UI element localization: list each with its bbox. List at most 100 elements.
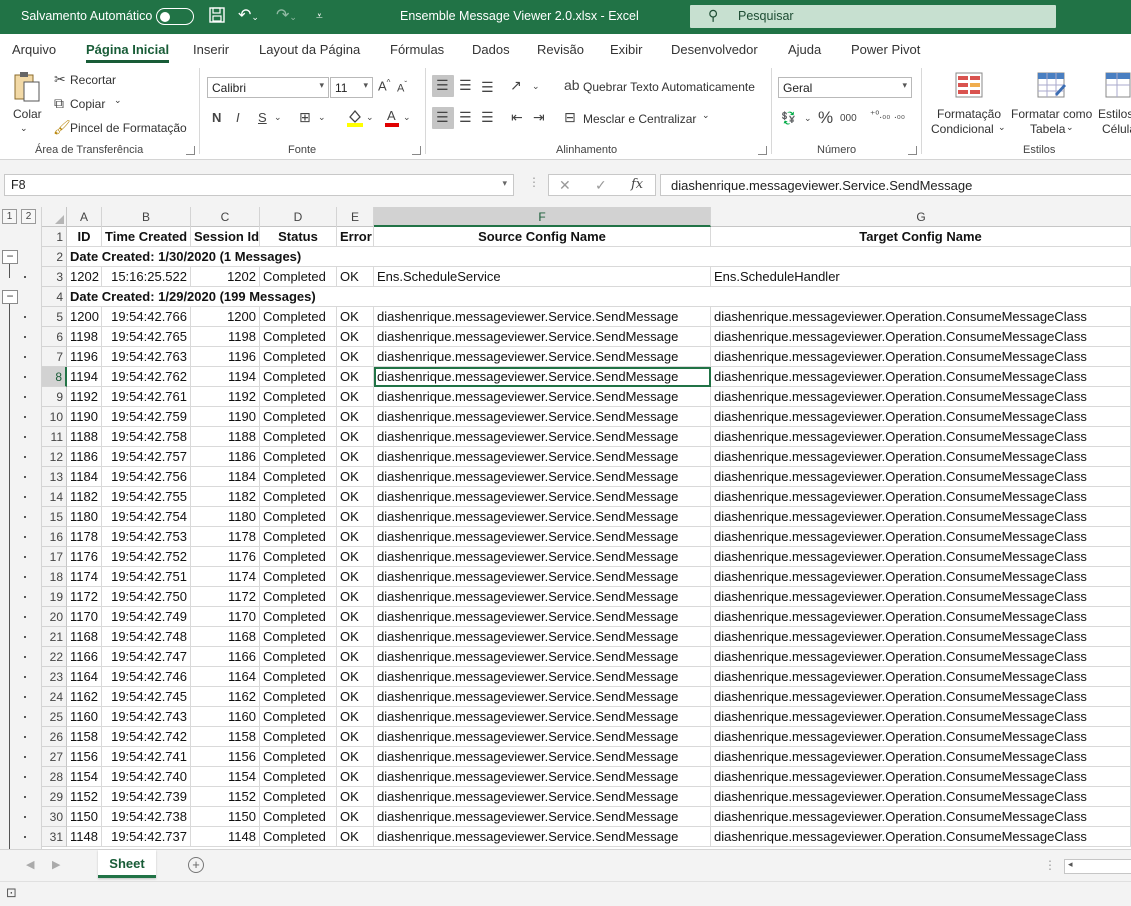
error-cell[interactable]: OK xyxy=(337,487,374,507)
id-cell[interactable]: 1198 xyxy=(67,327,102,347)
id-cell[interactable]: 1200 xyxy=(67,307,102,327)
customize-toolbar-icon[interactable]: ⩡ xyxy=(316,6,323,26)
row-header[interactable]: 2 xyxy=(42,247,67,267)
time-cell[interactable]: 19:54:42.759 xyxy=(102,407,191,427)
target-cell[interactable]: Ens.ScheduleHandler xyxy=(711,267,1131,287)
target-cell[interactable]: diashenrique.messageviewer.Operation.Con… xyxy=(711,387,1131,407)
row-header[interactable]: 3 xyxy=(42,267,67,287)
conditional-format-icon[interactable] xyxy=(955,72,983,101)
add-sheet-icon[interactable]: + xyxy=(188,857,204,873)
save-icon[interactable] xyxy=(208,6,226,26)
decrease-indent-icon[interactable]: ⇤ xyxy=(511,109,523,126)
source-cell[interactable]: diashenrique.messageviewer.Service.SendM… xyxy=(374,447,711,467)
session-cell[interactable]: 1168 xyxy=(191,627,260,647)
error-cell[interactable]: OK xyxy=(337,347,374,367)
column-header-a[interactable]: A xyxy=(67,207,102,227)
status-cell[interactable]: Completed xyxy=(260,447,337,467)
error-cell[interactable]: OK xyxy=(337,667,374,687)
conditional-format-label-1[interactable]: Formatação xyxy=(937,107,1001,121)
row-header[interactable]: 27 xyxy=(42,747,67,767)
status-cell[interactable]: Completed xyxy=(260,607,337,627)
source-cell[interactable]: diashenrique.messageviewer.Service.SendM… xyxy=(374,827,711,847)
id-cell[interactable]: 1180 xyxy=(67,507,102,527)
font-color-dropdown-icon[interactable]: ⌄ xyxy=(403,112,411,123)
tab-exibir[interactable]: Exibir xyxy=(610,42,643,57)
align-right-icon[interactable]: ☰ xyxy=(481,109,494,126)
id-cell[interactable]: 1184 xyxy=(67,467,102,487)
number-format-select[interactable]: Geral ▾ xyxy=(778,77,912,98)
align-center-icon[interactable]: ☰ xyxy=(459,109,472,126)
group-collapse-button[interactable]: − xyxy=(2,290,18,304)
row-header[interactable]: 20 xyxy=(42,607,67,627)
session-cell[interactable]: 1192 xyxy=(191,387,260,407)
tab-formulas[interactable]: Fórmulas xyxy=(390,42,444,57)
target-cell[interactable]: diashenrique.messageviewer.Operation.Con… xyxy=(711,827,1131,847)
copy-dropdown-icon[interactable]: ⌄ xyxy=(114,95,122,106)
format-table-icon[interactable] xyxy=(1037,72,1067,103)
redo-icon[interactable]: ↷⌄ xyxy=(276,6,297,26)
id-cell[interactable]: 1178 xyxy=(67,527,102,547)
row-header[interactable]: 15 xyxy=(42,507,67,527)
id-cell[interactable]: 1182 xyxy=(67,487,102,507)
error-cell[interactable]: OK xyxy=(337,427,374,447)
italic-button[interactable]: I xyxy=(236,110,240,125)
group-label-cell[interactable]: Date Created: 1/29/2020 (199 Messages) xyxy=(67,287,1131,307)
header-cell[interactable]: Target Config Name xyxy=(711,227,1131,247)
source-cell[interactable]: diashenrique.messageviewer.Service.SendM… xyxy=(374,807,711,827)
id-cell[interactable]: 1194 xyxy=(67,367,102,387)
source-cell[interactable]: diashenrique.messageviewer.Service.SendM… xyxy=(374,507,711,527)
tab-ajuda[interactable]: Ajuda xyxy=(788,42,821,57)
time-cell[interactable]: 19:54:42.739 xyxy=(102,787,191,807)
source-cell[interactable]: diashenrique.messageviewer.Service.SendM… xyxy=(374,767,711,787)
target-cell[interactable]: diashenrique.messageviewer.Operation.Con… xyxy=(711,667,1131,687)
decrease-font-icon[interactable]: Aˇ xyxy=(397,80,407,95)
horizontal-scrollbar[interactable]: ◂ xyxy=(1064,859,1131,874)
session-cell[interactable]: 1194 xyxy=(191,367,260,387)
error-cell[interactable]: OK xyxy=(337,647,374,667)
time-cell[interactable]: 19:54:42.757 xyxy=(102,447,191,467)
name-box[interactable]: F8 ▾ xyxy=(4,174,514,196)
id-cell[interactable]: 1196 xyxy=(67,347,102,367)
undo-dropdown-icon[interactable]: ⌄ xyxy=(251,12,259,22)
error-cell[interactable]: OK xyxy=(337,787,374,807)
error-cell[interactable]: OK xyxy=(337,447,374,467)
status-cell[interactable]: Completed xyxy=(260,527,337,547)
number-launcher-icon[interactable] xyxy=(908,146,917,155)
error-cell[interactable]: OK xyxy=(337,727,374,747)
row-header[interactable]: 10 xyxy=(42,407,67,427)
target-cell[interactable]: diashenrique.messageviewer.Operation.Con… xyxy=(711,567,1131,587)
cell-styles-label-2[interactable]: Célula xyxy=(1102,122,1131,136)
id-cell[interactable]: 1156 xyxy=(67,747,102,767)
column-header-c[interactable]: C xyxy=(191,207,260,227)
tab-pagina-inicial[interactable]: Página Inicial xyxy=(86,42,170,63)
source-cell[interactable]: diashenrique.messageviewer.Service.SendM… xyxy=(374,607,711,627)
error-cell[interactable]: OK xyxy=(337,547,374,567)
orientation-icon[interactable]: ↗ xyxy=(510,77,522,94)
header-cell[interactable]: Error xyxy=(337,227,374,247)
currency-dropdown-icon[interactable]: ⌄ xyxy=(804,113,812,124)
source-cell[interactable]: diashenrique.messageviewer.Service.SendM… xyxy=(374,347,711,367)
session-cell[interactable]: 1178 xyxy=(191,527,260,547)
cancel-icon[interactable]: ✕ xyxy=(559,177,571,194)
underline-button[interactable]: S xyxy=(258,110,267,125)
column-header-f[interactable]: F xyxy=(374,207,711,227)
status-cell[interactable]: Completed xyxy=(260,767,337,787)
time-cell[interactable]: 19:54:42.751 xyxy=(102,567,191,587)
session-cell[interactable]: 1166 xyxy=(191,647,260,667)
row-header[interactable]: 5 xyxy=(42,307,67,327)
formula-input[interactable]: diashenrique.messageviewer.Service.SendM… xyxy=(660,174,1131,196)
status-cell[interactable]: Completed xyxy=(260,827,337,847)
error-cell[interactable]: OK xyxy=(337,747,374,767)
target-cell[interactable]: diashenrique.messageviewer.Operation.Con… xyxy=(711,747,1131,767)
session-cell[interactable]: 1172 xyxy=(191,587,260,607)
source-cell[interactable]: diashenrique.messageviewer.Service.SendM… xyxy=(374,547,711,567)
cell-styles-icon[interactable] xyxy=(1105,72,1131,103)
error-cell[interactable]: OK xyxy=(337,687,374,707)
target-cell[interactable]: diashenrique.messageviewer.Operation.Con… xyxy=(711,727,1131,747)
source-cell[interactable]: diashenrique.messageviewer.Service.SendM… xyxy=(374,307,711,327)
session-cell[interactable]: 1150 xyxy=(191,807,260,827)
status-cell[interactable]: Completed xyxy=(260,487,337,507)
row-header[interactable]: 26 xyxy=(42,727,67,747)
source-cell[interactable]: Ens.ScheduleService xyxy=(374,267,711,287)
session-cell[interactable]: 1180 xyxy=(191,507,260,527)
